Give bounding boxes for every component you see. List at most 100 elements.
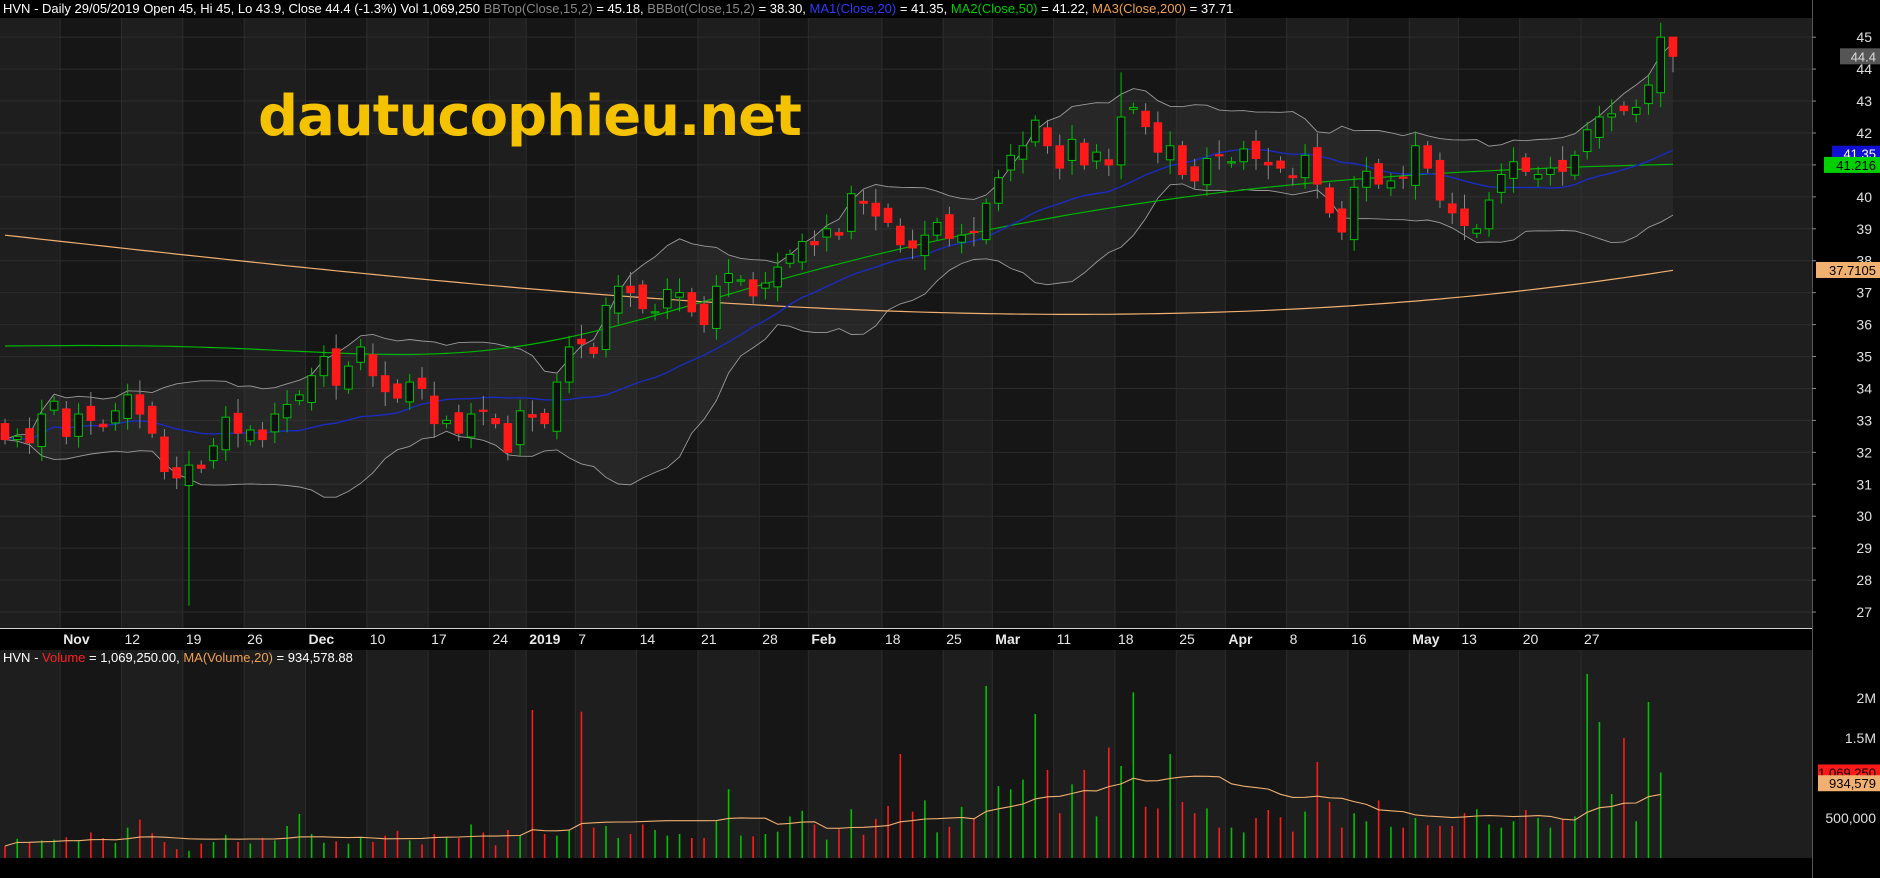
candle-body — [233, 412, 243, 434]
candle-body — [270, 413, 280, 433]
candle-body — [417, 377, 427, 389]
candle-body — [1668, 36, 1678, 57]
candle-body — [258, 429, 267, 441]
volume-ma-label: MA(Volume,20) — [183, 650, 273, 665]
candle-body — [1067, 138, 1077, 161]
candle-body — [331, 348, 341, 386]
candle-body — [650, 311, 660, 314]
candle-body — [1582, 129, 1592, 152]
price-tag: 44.4 — [1840, 48, 1880, 65]
candle-body — [712, 285, 721, 329]
candle-body — [147, 405, 157, 434]
candle-body — [111, 410, 120, 424]
candle-body — [969, 230, 979, 234]
candle-body — [1558, 159, 1567, 172]
candle-body — [1460, 208, 1469, 227]
candle-body — [540, 412, 549, 425]
candle-body — [319, 356, 329, 377]
candle — [1374, 158, 1383, 189]
candle-body — [196, 464, 206, 469]
y-tick-label: 40 — [1856, 189, 1872, 205]
symbol-label: HVN — [3, 1, 31, 16]
ma1-value: = 41.35, — [896, 1, 951, 16]
candle-body — [577, 338, 586, 345]
x-tick-label: 10 — [370, 631, 386, 647]
candle-body — [626, 285, 635, 294]
candle-body — [172, 467, 182, 479]
x-tick-label: May — [1412, 631, 1439, 647]
week-band — [992, 18, 1054, 628]
candle-body — [479, 409, 488, 412]
candle-body — [1276, 160, 1285, 169]
candle-body — [1288, 175, 1298, 179]
candle — [981, 198, 991, 245]
candle-body — [1325, 187, 1334, 214]
candle-body — [1595, 116, 1604, 138]
y-tick-label: 36 — [1856, 317, 1872, 333]
candle-body — [1362, 170, 1371, 188]
candle — [1349, 176, 1359, 251]
candle-body — [797, 241, 807, 263]
volume-pane-header: HVN - Volume = 1,069,250.00, MA(Volume,2… — [3, 650, 353, 665]
candle-body — [1533, 173, 1543, 180]
candle-body — [221, 416, 231, 451]
candle-body — [1055, 145, 1065, 169]
volume-label: Volume — [42, 650, 86, 665]
candle-body — [528, 414, 537, 418]
candle-body — [245, 429, 255, 442]
x-tick-label: 19 — [186, 631, 202, 647]
candle-body — [1178, 145, 1187, 175]
x-tick-label: Feb — [811, 631, 836, 647]
candle-body — [1190, 166, 1199, 182]
bbtop-label: BBTop(Close,15,2) — [483, 1, 593, 16]
candle-body — [810, 241, 819, 246]
ma3-value: = 37.71 — [1186, 1, 1234, 16]
candle-body — [908, 240, 917, 249]
x-tick-label: 26 — [247, 631, 263, 647]
y-tick-label: 28 — [1856, 572, 1872, 588]
candle-body — [1030, 119, 1040, 143]
summary-text: - Daily 29/05/2019 Open 45, Hi 45, Lo 43… — [30, 1, 484, 16]
candle-body — [1423, 145, 1433, 169]
candle-body — [687, 292, 697, 313]
candle-body — [12, 435, 22, 441]
candle-body — [123, 394, 132, 419]
candle-body — [491, 417, 500, 425]
candle-body — [662, 288, 672, 309]
ma2-value: = 41.22, — [1037, 1, 1093, 16]
week-band — [759, 650, 809, 858]
price-tag: 41.216 — [1824, 156, 1880, 173]
candle-body — [1447, 203, 1457, 214]
y-tick-label: 34 — [1856, 380, 1872, 396]
candle — [1570, 150, 1580, 180]
bbbot-value: = 38.30, — [754, 1, 810, 16]
x-tick-label: 17 — [431, 631, 447, 647]
candle-body — [1435, 159, 1445, 201]
volume-tag: 934,579 — [1818, 775, 1880, 792]
candle-body — [601, 304, 611, 351]
volume-tick-label: 500,000 — [1825, 810, 1876, 826]
bbbot-label: BBBot(Close,15,2) — [647, 1, 755, 16]
week-band — [428, 650, 490, 858]
candle-body — [1496, 173, 1506, 193]
candle-body — [1484, 199, 1494, 230]
price-tag-label: 41.216 — [1836, 158, 1876, 173]
volume-sep: - — [30, 650, 43, 665]
candle-body — [344, 365, 353, 390]
candle-body — [638, 284, 648, 310]
week-band — [1458, 18, 1520, 628]
candle-body — [442, 419, 451, 425]
candle-body — [160, 436, 169, 473]
candle-body — [1141, 110, 1150, 128]
candle-body — [86, 405, 96, 421]
volume-value: = 1,069,250.00, — [85, 650, 184, 665]
x-tick-label: 20 — [1523, 631, 1539, 647]
candle-body — [1521, 157, 1531, 172]
x-tick-label: 7 — [578, 631, 586, 647]
price-tag: 37.7105 — [1816, 261, 1880, 278]
candle-body — [1300, 154, 1310, 179]
y-tick-label: 31 — [1856, 476, 1872, 492]
candle-body — [74, 413, 83, 437]
x-tick-label: Nov — [63, 631, 90, 647]
candle-body — [981, 202, 991, 241]
